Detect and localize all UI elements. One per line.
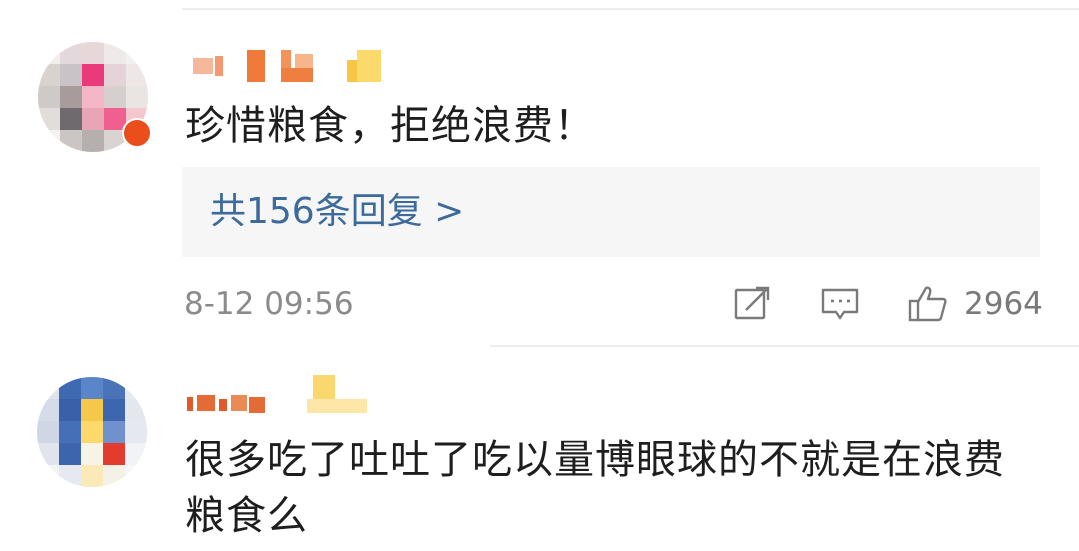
username-mosaic[interactable] xyxy=(185,375,385,413)
avatar[interactable] xyxy=(37,377,147,487)
thumbs-up-icon[interactable] xyxy=(908,284,948,324)
comment-icon[interactable] xyxy=(820,284,860,324)
reply-summary-box[interactable]: 共156条回复 > xyxy=(182,167,1040,257)
comment-text: 很多吃了吐吐了吃以量博眼球的不就是在浪费粮食么 xyxy=(185,437,1005,539)
avatar-mosaic xyxy=(37,377,147,487)
comment-text: 珍惜粮食，拒绝浪费！ xyxy=(185,103,595,149)
username-mosaic[interactable] xyxy=(185,48,385,84)
comment-item: 很多吃了吐吐了吃以量博眼球的不就是在浪费粮食么 xyxy=(0,347,1079,551)
comment-feed: 珍惜粮食，拒绝浪费！ 共156条回复 > 8-12 09:56 2964 很多吃… xyxy=(0,0,1079,551)
comment-item: 珍惜粮食，拒绝浪费！ 共156条回复 > 8-12 09:56 2964 xyxy=(0,0,1079,345)
view-replies-link[interactable]: 共156条回复 > xyxy=(210,187,464,237)
timestamp: 8-12 09:56 xyxy=(184,286,354,322)
share-icon[interactable] xyxy=(732,284,772,324)
vip-badge-icon xyxy=(122,118,152,148)
comment-meta-row: 8-12 09:56 2964 xyxy=(182,280,1043,328)
like-count: 2964 xyxy=(964,286,1043,322)
